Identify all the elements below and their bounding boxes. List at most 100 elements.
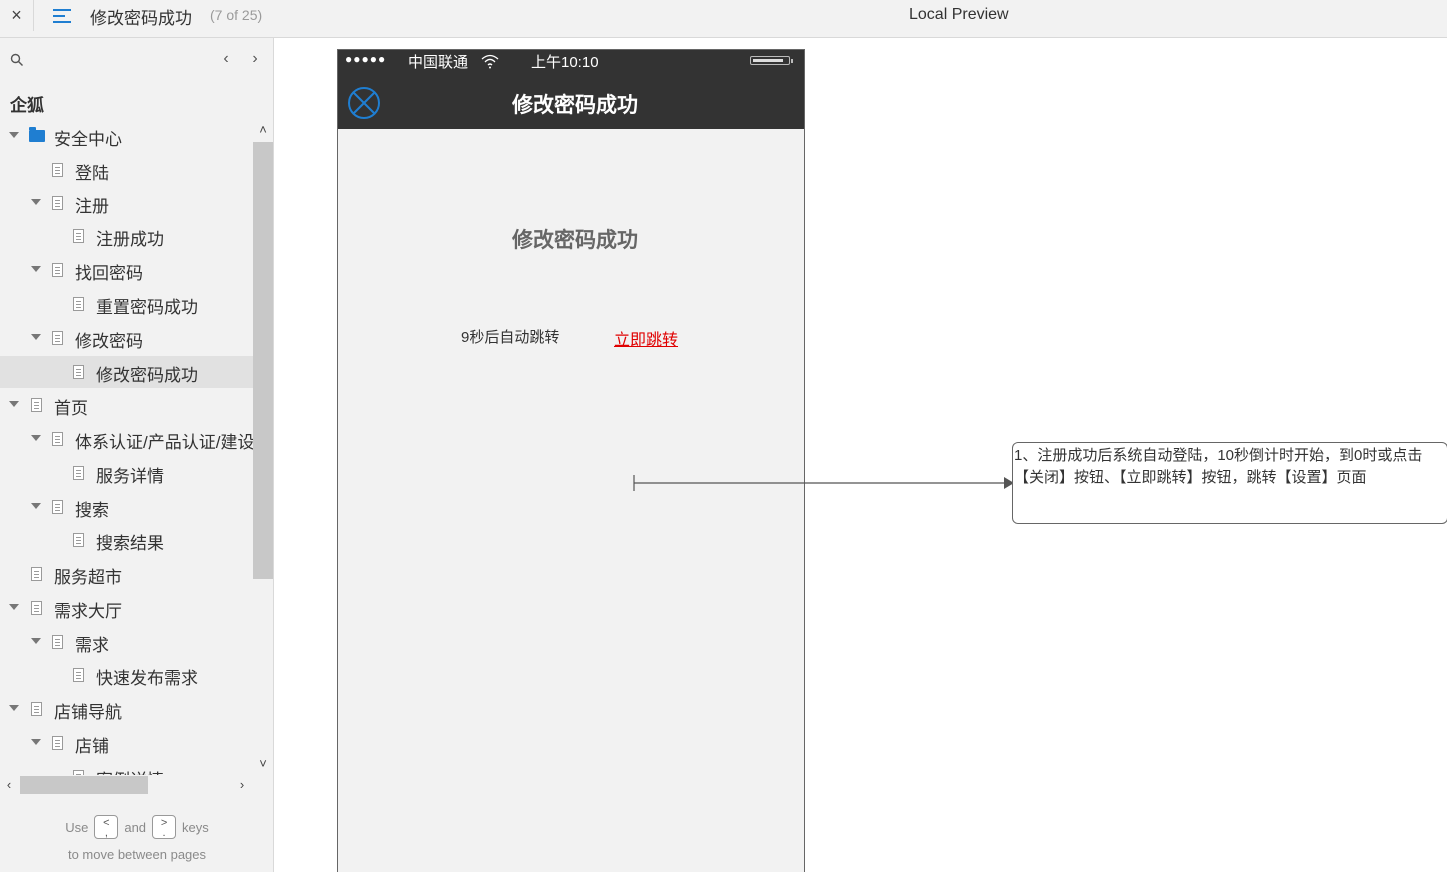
expand-caret-icon[interactable] xyxy=(31,199,41,205)
next-key-icon: > . xyxy=(152,815,177,839)
expand-caret-icon[interactable] xyxy=(31,266,41,272)
page-count: (7 of 25) xyxy=(210,7,263,23)
tree-item-label: 找回密码 xyxy=(75,264,143,283)
tree-item-label: 案例详情 xyxy=(96,766,164,775)
expand-caret-icon[interactable] xyxy=(9,604,19,610)
top-bar: × 修改密码成功 (7 of 25) Local Preview xyxy=(0,0,1447,38)
tree-item-search[interactable]: 搜索 xyxy=(0,491,253,523)
page-icon xyxy=(73,533,84,547)
page-title: 修改密码成功 xyxy=(90,9,192,28)
tree-item-register[interactable]: 注册 xyxy=(0,187,253,219)
tree-item-recover-password[interactable]: 找回密码 xyxy=(0,254,253,286)
folder-icon xyxy=(29,127,45,142)
tree-item-shop-nav[interactable]: 店铺导航 xyxy=(0,693,253,725)
tree-horizontal-scrollbar[interactable]: ‹ › xyxy=(0,775,253,795)
expand-caret-icon[interactable] xyxy=(31,739,41,745)
tree-item-label: 安全中心 xyxy=(54,130,122,149)
hint-text: Use xyxy=(65,819,89,835)
keyboard-hint: Use < , and > . keys to move between pag… xyxy=(0,813,274,862)
expand-caret-icon[interactable] xyxy=(9,132,19,138)
tree-item-change-password[interactable]: 修改密码 xyxy=(0,322,253,354)
tree-item-label: 登陆 xyxy=(75,164,109,183)
tree-item-label: 修改密码成功 xyxy=(96,366,198,385)
expand-caret-icon[interactable] xyxy=(31,503,41,509)
previous-page-button[interactable]: ‹ xyxy=(219,50,233,68)
phone-status-bar: ●●●●● 中国联通 上午10:10 xyxy=(338,50,804,72)
page-icon xyxy=(73,668,84,682)
countdown-text: 9秒后自动跳转 xyxy=(461,329,560,346)
status-time: 上午10:10 xyxy=(531,54,599,71)
page-icon xyxy=(31,702,42,716)
menu-icon[interactable] xyxy=(50,5,74,27)
tree-item-label: 重置密码成功 xyxy=(96,298,198,317)
tree-item-quick-publish[interactable]: 快速发布需求 xyxy=(0,659,253,691)
annotation-note: 1、注册成功后系统自动登陆，10秒倒计时开始，到0时或点击【关闭】按钮、【立即跳… xyxy=(1012,442,1447,524)
scroll-right-icon[interactable]: › xyxy=(235,776,249,794)
tree-item-service-market[interactable]: 服务超市 xyxy=(0,558,253,590)
tree-item-security-center[interactable]: 安全中心 xyxy=(0,120,253,152)
carrier-label: 中国联通 xyxy=(408,54,469,71)
battery-icon xyxy=(750,56,793,65)
tree-item-label: 快速发布需求 xyxy=(96,669,198,688)
tree-item-search-results[interactable]: 搜索结果 xyxy=(0,524,253,556)
page-icon xyxy=(73,466,84,480)
scroll-up-icon[interactable]: ˄ xyxy=(256,123,270,137)
success-title: 修改密码成功 xyxy=(512,229,638,252)
page-icon xyxy=(31,398,42,412)
tree-item-demand-hall[interactable]: 需求大厅 xyxy=(0,592,253,624)
next-page-button[interactable]: › xyxy=(248,50,262,68)
tree-item-service-detail[interactable]: 服务详情 xyxy=(0,457,253,489)
expand-caret-icon[interactable] xyxy=(31,334,41,340)
tree-item-label: 搜索 xyxy=(75,501,109,520)
tree-item-label: 修改密码 xyxy=(75,332,143,351)
page-icon xyxy=(31,601,42,615)
close-button[interactable]: × xyxy=(0,0,34,31)
prev-key-icon: < , xyxy=(94,815,119,839)
page-icon xyxy=(52,331,63,345)
tree-item-label: 注册成功 xyxy=(96,230,164,249)
page-icon xyxy=(52,432,63,446)
jump-now-link[interactable]: 立即跳转 xyxy=(614,326,678,350)
hint-text: and xyxy=(124,819,147,835)
tree-item-shop[interactable]: 店铺 xyxy=(0,727,253,759)
scrollbar-thumb[interactable] xyxy=(20,776,148,794)
tree-vertical-scrollbar[interactable]: ˄ ˅ xyxy=(253,119,273,775)
tree-item-label: 店铺 xyxy=(75,737,109,756)
sidebar: ‹ › 企狐 安全中心 登陆 注册 注册成功 找回密码 重置密码成功 修改密码 … xyxy=(0,38,274,872)
phone-mockup: ●●●●● 中国联通 上午10:10 修改密码成功 修改密码成功 9秒后自动跳转… xyxy=(337,49,805,872)
scroll-down-icon[interactable]: ˅ xyxy=(256,757,270,771)
preview-label: Local Preview xyxy=(909,6,1009,23)
tree-item-label: 注册 xyxy=(75,197,109,216)
expand-caret-icon[interactable] xyxy=(9,705,19,711)
page-icon xyxy=(52,263,63,277)
tree-item-certification[interactable]: 体系认证/产品认证/建设 xyxy=(0,423,253,455)
tree-item-label: 需求 xyxy=(75,636,109,655)
tree-item-label: 店铺导航 xyxy=(54,703,122,722)
tree-item-register-success[interactable]: 注册成功 xyxy=(0,220,253,252)
annotation-connector xyxy=(633,475,1014,491)
tree-item-change-password-success[interactable]: 修改密码成功 xyxy=(0,356,253,388)
scrollbar-thumb[interactable] xyxy=(253,142,273,579)
hint-text: keys xyxy=(182,819,209,835)
tree-item-label: 首页 xyxy=(54,399,88,418)
tree-item-case-detail[interactable]: 案例详情 xyxy=(0,761,253,775)
page-tree: 安全中心 登陆 注册 注册成功 找回密码 重置密码成功 修改密码 修改密码成功 … xyxy=(0,119,253,775)
page-icon xyxy=(73,229,84,243)
tree-item-label: 体系认证/产品认证/建设 xyxy=(75,433,253,452)
tree-item-login[interactable]: 登陆 xyxy=(0,154,253,186)
tree-item-demand[interactable]: 需求 xyxy=(0,626,253,658)
hint-text: to move between pages xyxy=(67,847,207,862)
search-icon[interactable] xyxy=(10,53,24,67)
page-icon xyxy=(52,196,63,210)
tree-item-reset-success[interactable]: 重置密码成功 xyxy=(0,288,253,320)
phone-nav-bar: 修改密码成功 xyxy=(338,72,804,129)
wifi-icon xyxy=(481,54,499,69)
expand-caret-icon[interactable] xyxy=(31,435,41,441)
tree-item-home[interactable]: 首页 xyxy=(0,389,253,421)
scroll-left-icon[interactable]: ‹ xyxy=(2,776,16,794)
page-icon xyxy=(52,163,63,177)
preview-canvas: ●●●●● 中国联通 上午10:10 修改密码成功 修改密码成功 9秒后自动跳转… xyxy=(274,38,1447,872)
expand-caret-icon[interactable] xyxy=(31,638,41,644)
page-icon xyxy=(52,736,63,750)
expand-caret-icon[interactable] xyxy=(9,401,19,407)
